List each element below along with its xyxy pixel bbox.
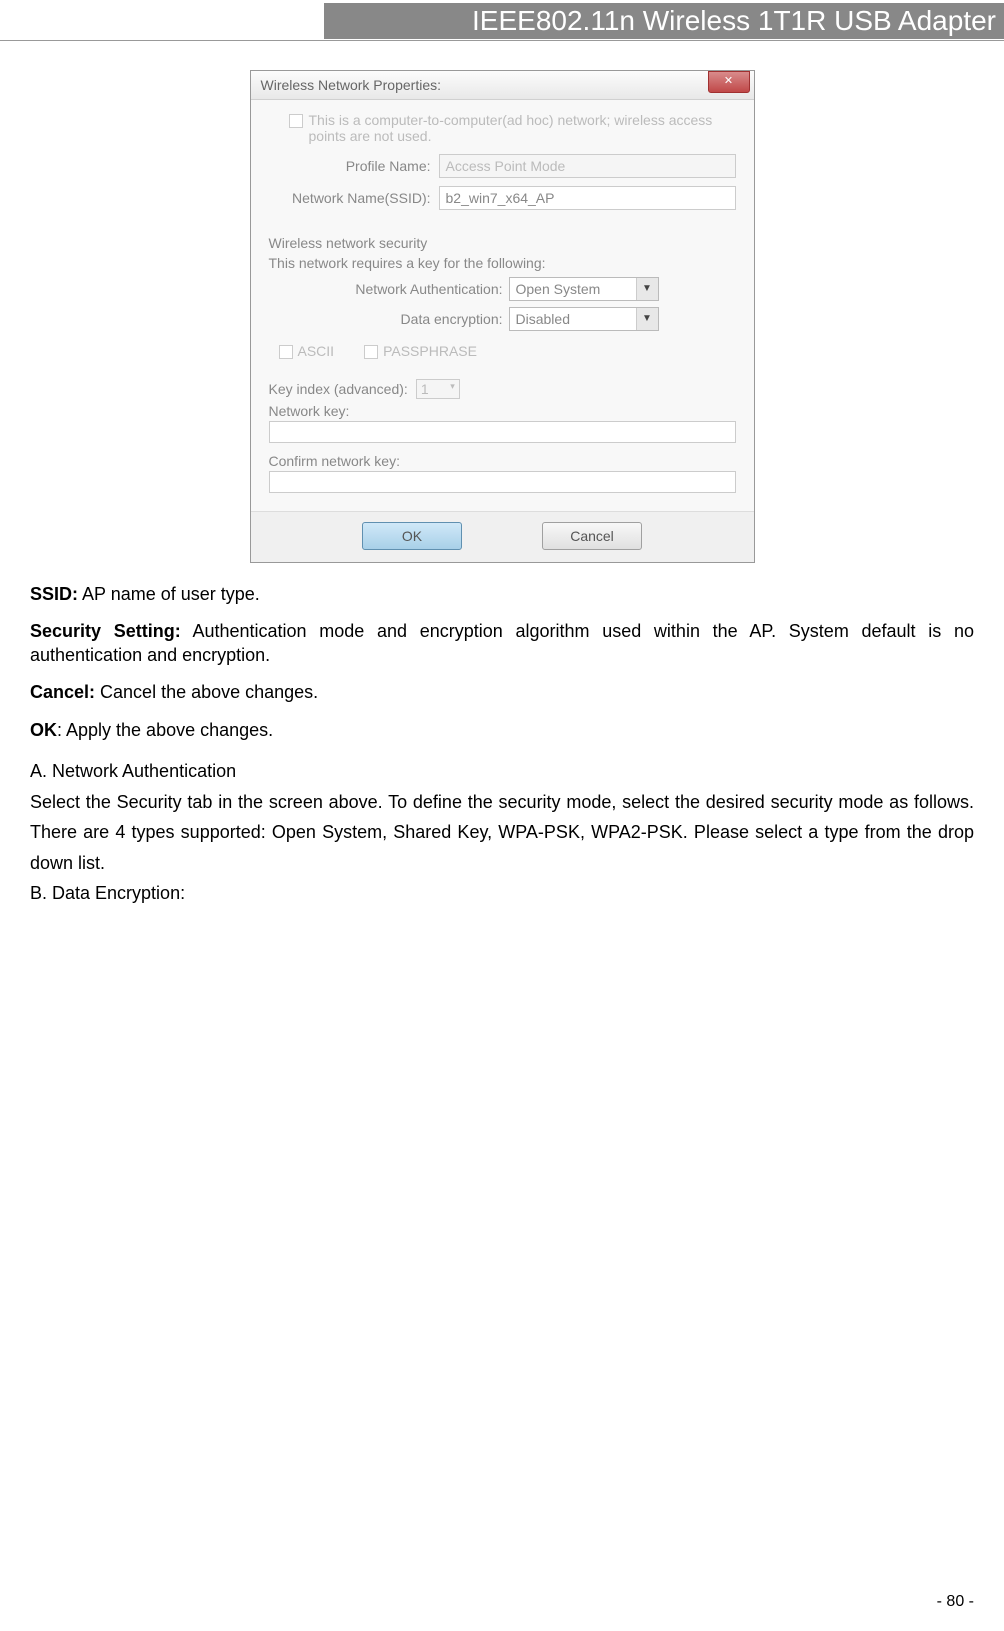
ascii-label: ASCII	[298, 343, 335, 359]
ssid-label: Network Name(SSID):	[269, 190, 439, 206]
network-key-label: Network key:	[269, 403, 736, 419]
chevron-down-icon: ▾	[450, 381, 455, 397]
confirm-key-label: Confirm network key:	[269, 453, 736, 469]
encryption-value: Disabled	[510, 308, 636, 330]
doc-ok-bold: OK	[30, 720, 57, 740]
doc-cancel-text: Cancel the above changes.	[95, 682, 318, 702]
doc-cancel: Cancel: Cancel the above changes.	[30, 681, 974, 704]
doc-ssid: SSID: AP name of user type.	[30, 583, 974, 606]
doc-ssid-text: AP name of user type.	[78, 584, 260, 604]
cancel-button[interactable]: Cancel	[542, 522, 642, 550]
encryption-dropdown[interactable]: Disabled ▼	[509, 307, 659, 331]
close-button[interactable]: ✕	[708, 71, 750, 93]
auth-dropdown[interactable]: Open System ▼	[509, 277, 659, 301]
doc-section-a-heading: A. Network Authentication	[30, 756, 974, 787]
passphrase-label: PASSPHRASE	[383, 343, 477, 359]
ok-button[interactable]: OK	[362, 522, 462, 550]
auth-row: Network Authentication: Open System ▼	[269, 277, 736, 301]
passphrase-checkbox[interactable]	[364, 345, 378, 359]
passphrase-item: PASSPHRASE	[364, 343, 477, 359]
header-banner: IEEE802.11n Wireless 1T1R USB Adapter	[324, 3, 1004, 39]
profile-input[interactable]: Access Point Mode	[439, 154, 736, 178]
doc-security: Security Setting: Authentication mode an…	[30, 620, 974, 667]
chevron-down-icon: ▼	[636, 278, 658, 300]
security-subtext: This network requires a key for the foll…	[269, 255, 736, 271]
doc-security-bold: Security Setting:	[30, 621, 181, 641]
chevron-down-icon: ▼	[636, 308, 658, 330]
adhoc-checkbox-row: This is a computer-to-computer(ad hoc) n…	[269, 112, 736, 144]
key-index-row: Key index (advanced): 1 ▾	[269, 379, 736, 399]
encryption-label: Data encryption:	[269, 311, 509, 327]
dialog-window: Wireless Network Properties: ✕ This is a…	[250, 70, 755, 563]
profile-row: Profile Name: Access Point Mode	[269, 154, 736, 178]
doc-cancel-bold: Cancel:	[30, 682, 95, 702]
dialog-titlebar: Wireless Network Properties: ✕	[251, 71, 754, 100]
close-icon: ✕	[724, 75, 733, 87]
adhoc-label: This is a computer-to-computer(ad hoc) n…	[309, 112, 736, 144]
encryption-row: Data encryption: Disabled ▼	[269, 307, 736, 331]
profile-label: Profile Name:	[269, 158, 439, 174]
ascii-item: ASCII	[279, 343, 335, 359]
auth-label: Network Authentication:	[269, 281, 509, 297]
network-key-input[interactable]	[269, 421, 736, 443]
page-content: Wireless Network Properties: ✕ This is a…	[30, 70, 974, 909]
ssid-input[interactable]: b2_win7_x64_AP	[439, 186, 736, 210]
doc-ssid-bold: SSID:	[30, 584, 78, 604]
page-number: - 80 -	[937, 1593, 974, 1611]
dialog-body: This is a computer-to-computer(ad hoc) n…	[251, 100, 754, 511]
key-index-value: 1	[421, 381, 429, 397]
header-divider	[0, 40, 1004, 41]
doc-ok: OK: Apply the above changes.	[30, 719, 974, 742]
dialog-footer: OK Cancel	[251, 511, 754, 562]
doc-section-b-heading: B. Data Encryption:	[30, 878, 974, 909]
doc-ok-text: : Apply the above changes.	[57, 720, 273, 740]
format-checkbox-row: ASCII PASSPHRASE	[279, 343, 736, 359]
dialog-container: Wireless Network Properties: ✕ This is a…	[30, 70, 974, 563]
security-section-header: Wireless network security	[269, 235, 736, 251]
ascii-checkbox[interactable]	[279, 345, 293, 359]
adhoc-checkbox[interactable]	[289, 114, 303, 128]
key-index-label: Key index (advanced):	[269, 381, 408, 397]
auth-value: Open System	[510, 278, 636, 300]
dialog-title: Wireless Network Properties:	[261, 77, 442, 93]
confirm-key-input[interactable]	[269, 471, 736, 493]
key-index-select[interactable]: 1 ▾	[416, 379, 460, 399]
doc-section-a-text: Select the Security tab in the screen ab…	[30, 787, 974, 879]
ssid-row: Network Name(SSID): b2_win7_x64_AP	[269, 186, 736, 210]
